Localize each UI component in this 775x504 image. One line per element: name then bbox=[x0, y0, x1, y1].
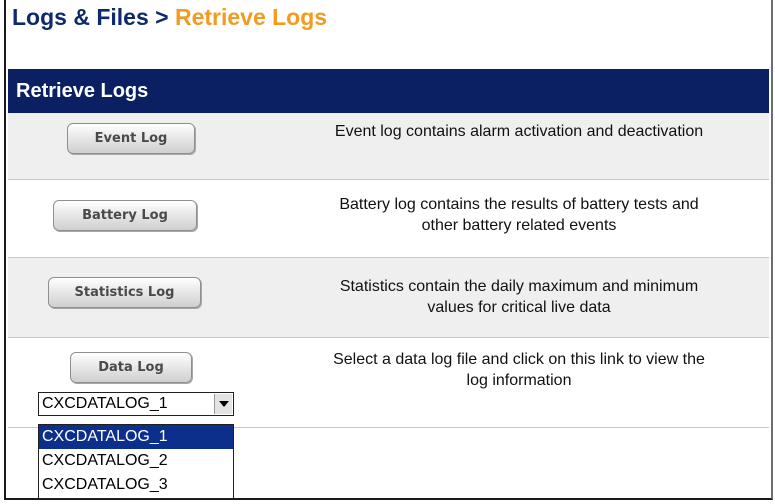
breadcrumb-current: Retrieve Logs bbox=[174, 4, 328, 30]
datalog-option[interactable]: CXCDATALOG_1 bbox=[39, 425, 233, 449]
dropdown-arrow-button[interactable] bbox=[214, 394, 232, 414]
battery-log-row: Battery Log Battery log contains the res… bbox=[8, 180, 769, 258]
breadcrumb-root[interactable]: Logs & Files bbox=[12, 4, 149, 30]
event-log-row: Event Log Event log contains alarm activ… bbox=[8, 113, 769, 180]
battery-log-description-line: other battery related events bbox=[421, 217, 617, 234]
datalog-option[interactable]: CXCDATALOG_3 bbox=[39, 473, 233, 497]
datalog-dropdown-list: CXCDATALOG_1 CXCDATALOG_2 CXCDATALOG_3 bbox=[38, 424, 234, 499]
statistics-log-description: Statistics contain the daily maximum and… bbox=[278, 276, 760, 318]
breadcrumb: Logs & Files > Retrieve Logs bbox=[12, 0, 327, 34]
statistics-log-description-line: values for critical live data bbox=[427, 299, 611, 316]
statistics-log-description-line: Statistics contain the daily maximum and… bbox=[339, 278, 699, 295]
event-log-button[interactable]: Event Log bbox=[67, 123, 195, 154]
section-header: Retrieve Logs bbox=[8, 69, 769, 113]
data-log-description: Select a data log file and click on this… bbox=[278, 349, 760, 391]
battery-log-description-line: Battery log contains the results of batt… bbox=[339, 196, 699, 213]
triangle-down-icon bbox=[218, 401, 229, 407]
section-title: Retrieve Logs bbox=[16, 80, 149, 102]
breadcrumb-separator: > bbox=[155, 4, 169, 30]
event-log-description: Event log contains alarm activation and … bbox=[334, 123, 704, 140]
battery-log-description: Battery log contains the results of batt… bbox=[278, 194, 760, 236]
datalog-select-value: CXCDATALOG_1 bbox=[42, 395, 168, 412]
data-log-button[interactable]: Data Log bbox=[70, 352, 192, 383]
data-log-description-line: log information bbox=[466, 372, 572, 389]
data-log-description-line: Select a data log file and click on this… bbox=[333, 351, 705, 368]
statistics-log-button[interactable]: Statistics Log bbox=[48, 277, 201, 308]
datalog-option[interactable]: CXCDATALOG_2 bbox=[39, 449, 233, 473]
datalog-select[interactable]: CXCDATALOG_1 bbox=[38, 392, 234, 416]
battery-log-button[interactable]: Battery Log bbox=[53, 200, 197, 231]
statistics-log-row: Statistics Log Statistics contain the da… bbox=[8, 258, 769, 338]
